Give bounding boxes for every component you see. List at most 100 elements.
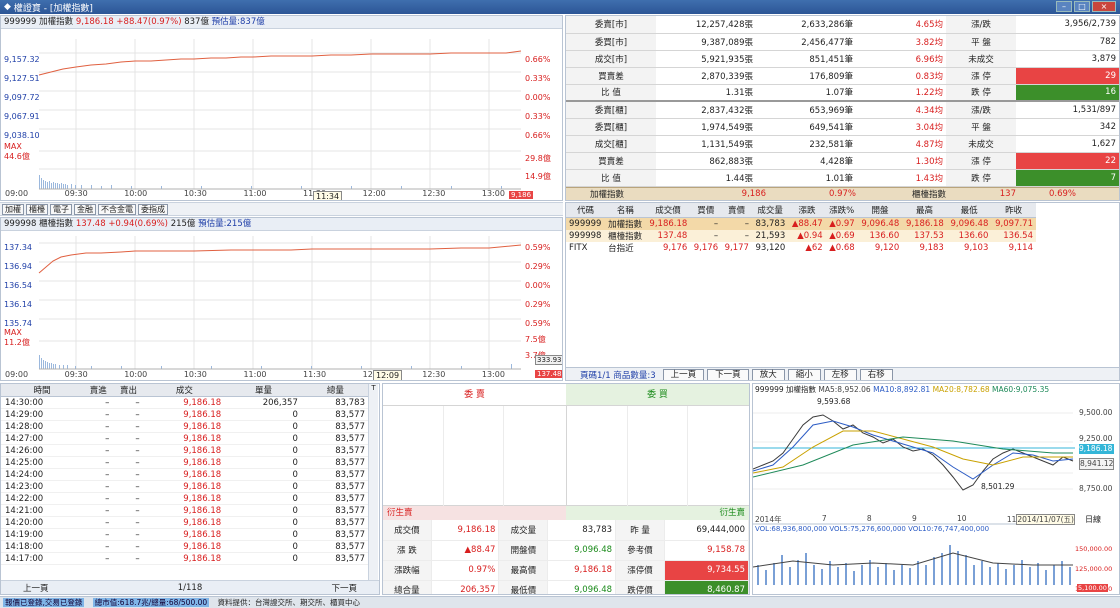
quote-column-header[interactable]: 最低 <box>946 203 992 218</box>
tick-cell: 83,577 <box>301 408 369 421</box>
intraday-chart-taiex[interactable]: 999999 加權指數 9,186.18 +88.47(0.97%) 837億 … <box>0 15 563 201</box>
book-cell: 9,186.18 <box>431 520 500 541</box>
time-axis: 09:0009:30 10:0010:30 11:0011:30 12:0012… <box>5 370 505 379</box>
ex-fin-elec-button[interactable]: 不含金電 <box>98 203 136 215</box>
summary-count: 7 <box>1016 169 1119 187</box>
book-cell: 206,357 <box>431 580 500 594</box>
quote-column-header[interactable]: 漲跌% <box>825 203 858 218</box>
quote-column-header[interactable]: 賣價 <box>721 203 752 218</box>
quote-cell: 9,186.18 <box>902 217 947 230</box>
summary-row: 委賣[櫃] 2,837,432張 653,969筆 4.34均 漲/跌 1,531/897 <box>566 100 1119 119</box>
move-left-button[interactable]: 左移 <box>823 368 857 380</box>
summary-avg: 3.04均 <box>856 118 946 136</box>
zoom-out-button[interactable]: 縮小 <box>787 368 821 380</box>
tick-cell: 0 <box>225 456 302 469</box>
quote-row[interactable]: FITX 台指近 9,176 9,176 9,177 93,120 ▲62 ▲0.68 9,12… <box>566 242 1036 254</box>
tick-cell: 83,577 <box>301 444 369 457</box>
tick-cell: 0 <box>225 432 302 445</box>
summary-value: 5,921,935張 <box>656 50 756 68</box>
book-cell: 成交價 <box>383 520 432 541</box>
tick-cell: 83,577 <box>301 420 369 433</box>
crosshair-time: 12:09 <box>373 370 403 380</box>
kline-low: 8,501.29 <box>981 482 1015 491</box>
summary-row: 買賣差 862,883張 4,428筆 1.30均漲 停 22 <box>566 152 1119 170</box>
minimize-button[interactable]: – <box>1056 1 1072 12</box>
quote-cell: 9,096.48 <box>857 217 903 230</box>
tick-row: 14:26:00– –9,186.18 0 83,577 <box>1 444 369 457</box>
quote-column-header[interactable]: 最高 <box>902 203 947 218</box>
tick-column-header: 成交 <box>143 384 226 397</box>
intraday-chart-otc[interactable]: 999998 櫃檯指數 137.48 +0.94(0.69%) 215億 預估量… <box>0 217 563 381</box>
kline-plot <box>753 412 1075 585</box>
tick-row: 14:19:00– –9,186.18 0 83,577 <box>1 528 369 541</box>
quote-column-header[interactable]: 代碼 <box>566 203 606 218</box>
tick-cell: 9,186.18 <box>143 540 226 553</box>
summary-count: 342 <box>1016 118 1119 136</box>
quote-cell: ▲0.94 <box>788 229 826 242</box>
quote-cell: 9,097.71 <box>991 217 1036 230</box>
quote-cell: ▲88.47 <box>788 217 826 230</box>
tick-cell: – <box>83 444 114 457</box>
tick-cell: 14:30:00 <box>1 396 84 409</box>
tick-prev-button[interactable]: 上一頁 <box>23 582 49 594</box>
status-bar: 報價已登錄,交易已登錄 總市值:618.7兆/總量:68/500.00 資料提供… <box>0 596 1120 608</box>
quote-cell: 9,186.18 <box>645 217 691 230</box>
tick-column-header: 單量 <box>225 384 302 397</box>
zoom-in-button[interactable]: 放大 <box>751 368 785 380</box>
tick-row: 14:20:00– –9,186.18 0 83,577 <box>1 516 369 529</box>
tick-cell: – <box>83 528 114 541</box>
book-cell: 9,096.48 <box>547 580 617 594</box>
taiex-button[interactable]: 加權 <box>2 203 24 215</box>
last-volume-tag: 333.93 <box>535 355 562 365</box>
period-label[interactable]: 日線 <box>1085 514 1101 525</box>
quote-column-header[interactable]: 成交價 <box>645 203 691 218</box>
electronics-button[interactable]: 電子 <box>50 203 72 215</box>
tick-scrollbar[interactable]: T <box>368 384 378 580</box>
summary-label: 跌 停 <box>946 84 1016 102</box>
tick-cell: – <box>83 468 114 481</box>
tick-row: 14:28:00– –9,186.18 0 83,577 <box>1 420 369 433</box>
finance-button[interactable]: 金融 <box>74 203 96 215</box>
tick-cell: 9,186.18 <box>143 444 226 457</box>
tick-cell: 9,186.18 <box>143 456 226 469</box>
quote-column-header[interactable]: 成交量 <box>751 203 789 218</box>
tick-cell: 0 <box>225 444 302 457</box>
quote-cell: – <box>721 229 752 242</box>
book-cell: 69,444,000 <box>664 520 749 541</box>
quote-cell: 9,176 <box>662 242 688 253</box>
next-page-button[interactable]: 下一頁 <box>707 368 749 380</box>
tick-cell: – <box>113 444 144 457</box>
close-button[interactable]: × <box>1092 1 1116 12</box>
tick-row: 14:22:00– –9,186.18 0 83,577 <box>1 492 369 505</box>
quote-table: 代碼 名稱 成交價 買價 賣價 成交量 漲跌 漲跌% 開盤 最高 最低 昨收 999999 加權指數 9,… <box>566 203 1036 254</box>
quote-column-header[interactable]: 昨收 <box>991 203 1036 218</box>
prev-page-button[interactable]: 上一頁 <box>662 368 705 380</box>
tick-cell: 0 <box>225 552 302 565</box>
tick-cell: – <box>113 432 144 445</box>
quote-column-header[interactable]: 名稱 <box>605 203 646 218</box>
tick-next-button[interactable]: 下一頁 <box>331 582 357 594</box>
quote-cell: 136.60 <box>946 229 992 242</box>
book-cell: 總合量 <box>383 580 432 594</box>
quote-row[interactable]: 999999 加權指數 9,186.18– –83,783 ▲88.47 ▲0.97 9,0… <box>566 217 1036 230</box>
quote-column-header[interactable]: 買價 <box>690 203 722 218</box>
summary-avg: 3.82均 <box>856 33 946 51</box>
quote-cell: 136.54 <box>991 229 1036 242</box>
summary-label: 未成交 <box>946 50 1016 68</box>
tick-cell: 0 <box>225 492 302 505</box>
otc-button[interactable]: 櫃檯 <box>26 203 48 215</box>
summary-label: 買賣差 <box>566 152 656 170</box>
summary-row: 委買[櫃] 1,974,549張 649,541筆 3.04均平 盤 342 <box>566 118 1119 136</box>
maximize-button[interactable]: □ <box>1074 1 1090 12</box>
quote-column-header[interactable]: 漲跌 <box>788 203 826 218</box>
book-cell: 9,096.48 <box>547 540 617 561</box>
quote-column-header[interactable]: 開盤 <box>857 203 903 218</box>
quote-row[interactable]: 999998 櫃檯指數 137.48– –21,593 ▲0.94 ▲0.69 136.60… <box>566 229 1036 242</box>
buy-header: 委 買 <box>566 384 749 405</box>
order-index-button[interactable]: 委指成 <box>138 203 168 215</box>
summary-count: 1,531/897 <box>1016 100 1119 119</box>
summary-label: 委賣[市] <box>566 16 656 34</box>
tick-cell: 206,357 <box>225 396 302 409</box>
kline-chart[interactable]: 999999 加權指數 MA5:8,952.06 MA10:8,892.81 M… <box>752 383 1120 595</box>
move-right-button[interactable]: 右移 <box>859 368 893 380</box>
